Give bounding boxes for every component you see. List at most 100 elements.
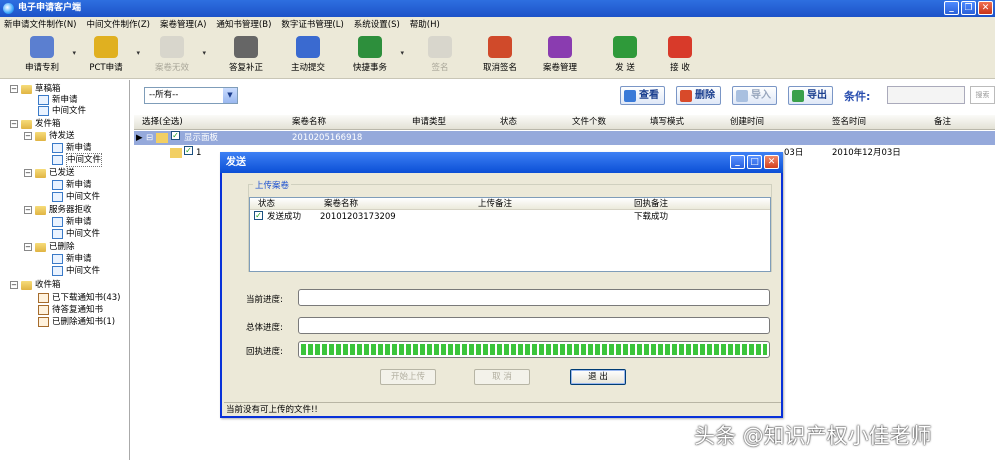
total-progress-label: 总体进度: (246, 323, 283, 333)
search-button[interactable]: 搜索 (970, 86, 995, 104)
dialog-close-button[interactable]: ✕ (764, 155, 779, 169)
delete-button[interactable]: 删除 (676, 86, 721, 105)
restore-button[interactable]: ❐ (961, 1, 976, 15)
active-submit-button[interactable]: 主动提交 (278, 35, 338, 77)
exit-button[interactable]: 退 出 (570, 369, 626, 385)
tree-inbox[interactable]: − 收件箱 (10, 279, 61, 291)
tree-rejected[interactable]: − 服务器拒收 (24, 204, 92, 216)
minimize-button[interactable]: _ (944, 1, 959, 15)
receipt-progress-label: 回执进度: (246, 347, 283, 357)
folder-icon (35, 168, 46, 178)
watermark-text: 头条 @知识产权小佳老师 (694, 424, 932, 448)
col-signed: 签名时间 (832, 117, 867, 127)
cancel-sign-icon (488, 36, 512, 58)
col-created: 创建时间 (730, 117, 765, 127)
cancel-button[interactable]: 取 消 (474, 369, 530, 385)
col-name: 案卷名称 (292, 117, 327, 127)
dialog-maximize-button[interactable]: □ (747, 155, 762, 169)
cancel-sign-button[interactable]: 取消签名 (470, 35, 530, 77)
document-icon (52, 229, 63, 239)
import-button[interactable]: 导入 (732, 86, 777, 105)
tree-outbox[interactable]: − 发件箱 (10, 118, 61, 130)
menu-system-settings[interactable]: 系统设置(S) (354, 17, 400, 33)
export-button[interactable]: 导出 (788, 86, 833, 105)
col-type: 申请类型 (412, 117, 447, 127)
col-select[interactable]: 选择(全选) (142, 115, 183, 130)
document-icon (52, 155, 63, 165)
tree-sent[interactable]: − 已发送 (24, 167, 75, 179)
table-row[interactable]: ▶ ⊟ ✓ 显示面板 2010205166918 (134, 131, 995, 145)
total-progress-bar (298, 317, 770, 334)
col-fill-mode: 填写模式 (650, 117, 685, 127)
case-management-button[interactable]: 案卷管理 (530, 35, 590, 77)
list-item[interactable]: ✓ 发送成功 20101203173209 下载成功 (250, 211, 770, 223)
menu-certificate-management[interactable]: 数字证书管理(L) (281, 17, 343, 33)
tree-draft-mid[interactable]: 中间文件 (38, 105, 86, 117)
menu-help[interactable]: 帮助(H) (410, 17, 440, 33)
tree-downloaded-notices[interactable]: 已下载通知书(43) (38, 292, 120, 304)
globe-icon (358, 36, 382, 58)
document-icon (52, 192, 63, 202)
document-icon (52, 254, 63, 264)
menu-case-management[interactable]: 案卷管理(A) (160, 17, 206, 33)
notice-icon (38, 293, 49, 303)
condition-input[interactable] (887, 86, 965, 104)
menu-notice-management[interactable]: 通知书管理(B) (216, 17, 271, 33)
magnifier-icon (624, 90, 636, 102)
row-checkbox[interactable]: ✓ (171, 131, 180, 140)
filter-bar: --所有-- ▼ 查看 删除 导入 导出 条件: 搜索 (134, 82, 995, 110)
dialog-status-text: 当前没有可上传的文件!! (224, 402, 781, 416)
toolbar: 申请专利 ▾ PCT申请 ▾ 案卷无效 ▾ 答复补正 主动提交 快捷事务 ▾ 签名 取消… (0, 33, 995, 79)
document-pen-icon (296, 36, 320, 58)
receive-icon (668, 36, 692, 58)
upload-case-group: 上传案卷 状态 案卷名称 上传备注 回执备注 ✓ 发送成功 2010120317… (248, 179, 772, 272)
dialog-minimize-button[interactable]: _ (730, 155, 745, 169)
menu-new-app[interactable]: 新申请文件制作(N) (4, 17, 77, 33)
menu-bar: 新申请文件制作(N) 中间文件制作(Z) 案卷管理(A) 通知书管理(B) 数字… (0, 17, 995, 33)
tree-rejected-new[interactable]: 新申请 (52, 216, 92, 228)
tree-rejected-mid[interactable]: 中间文件 (52, 228, 100, 240)
folder-icon (35, 242, 46, 252)
tree-sent-mid[interactable]: 中间文件 (52, 191, 100, 203)
document-icon (52, 143, 63, 153)
apply-patent-button[interactable]: 申请专利 ▾ (12, 35, 76, 77)
document-icon (52, 217, 63, 227)
books-icon (548, 36, 572, 58)
sign-button[interactable]: 签名 (410, 35, 470, 77)
folder-tree: − 草稿箱 新申请 中间文件 − 发件箱 − 待发送 新申请 中间文件 − 已发送 新申… (0, 80, 130, 460)
reply-correct-button[interactable]: 答复补正 (216, 35, 276, 77)
list-header: 状态 案卷名称 上传备注 回执备注 (250, 198, 770, 210)
close-button[interactable]: ✕ (978, 1, 993, 15)
folder-icon (170, 148, 182, 158)
pct-apply-button[interactable]: PCT申请 ▾ (76, 35, 140, 77)
upload-list: 状态 案卷名称 上传备注 回执备注 ✓ 发送成功 20101203173209 … (249, 197, 771, 272)
document-icon (38, 95, 49, 105)
app-title-bar: 电子申请客户端 _ ❐ ✕ (0, 0, 995, 17)
tree-deleted-mid[interactable]: 中间文件 (52, 265, 100, 277)
tree-sent-new[interactable]: 新申请 (52, 179, 92, 191)
tree-deleted-notices[interactable]: 已删除通知书(1) (38, 316, 115, 328)
dialog-title: 发送 (226, 157, 246, 168)
status-filter-select[interactable]: --所有-- ▼ (144, 87, 238, 104)
send-icon (613, 36, 637, 58)
tree-pending-mid[interactable]: 中间文件 (52, 153, 103, 167)
disabled-tool-button: 案卷无效 ▾ (142, 35, 206, 77)
tree-deleted-new[interactable]: 新申请 (52, 253, 92, 265)
quick-task-button[interactable]: 快捷事务 ▾ (340, 35, 404, 77)
menu-mid-file[interactable]: 中间文件制作(Z) (87, 17, 150, 33)
import-icon (736, 90, 748, 102)
send-dialog: 发送 _ □ ✕ 上传案卷 状态 案卷名称 上传备注 回执备注 ✓ 发送成功 2… (220, 152, 783, 418)
receive-button[interactable]: 接 收 (650, 35, 710, 77)
tree-reply-notices[interactable]: 待答复通知书 (38, 304, 103, 316)
tree-deleted[interactable]: − 已删除 (24, 241, 75, 253)
folder-icon (21, 119, 32, 129)
export-icon (792, 90, 804, 102)
send-button[interactable]: 发 送 (595, 35, 655, 77)
row-checkbox[interactable]: ✓ (184, 146, 193, 155)
tree-pending[interactable]: − 待发送 (24, 130, 75, 142)
view-button[interactable]: 查看 (620, 86, 665, 105)
sign-icon (428, 36, 452, 58)
document-icon (52, 266, 63, 276)
start-upload-button[interactable]: 开始上传 (380, 369, 436, 385)
row-checkbox[interactable]: ✓ (254, 211, 263, 220)
